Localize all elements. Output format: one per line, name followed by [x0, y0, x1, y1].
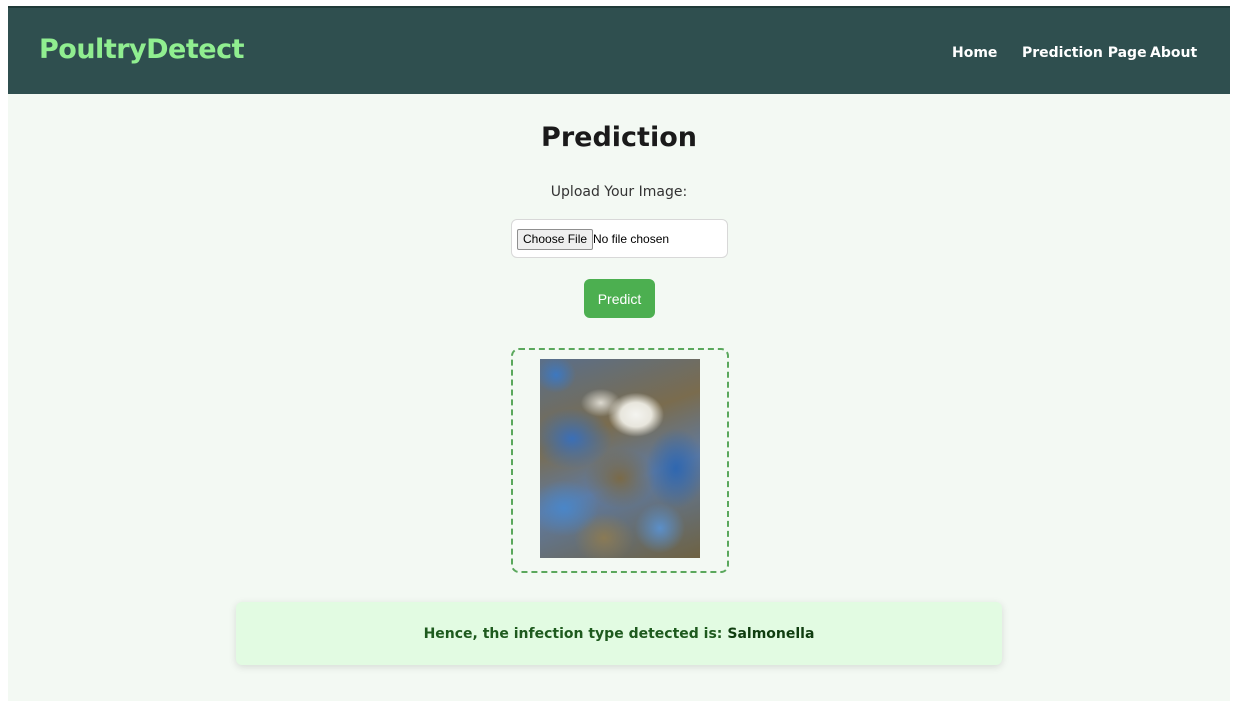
predict-button[interactable]: Predict [584, 279, 655, 318]
file-input[interactable]: Choose File No file chosen [511, 219, 728, 258]
navbar: PoultryDetect Home Prediction Page About [8, 8, 1230, 94]
nav-link-about[interactable]: About [1150, 45, 1197, 61]
nav-link-prediction-page[interactable]: Prediction Page [1022, 45, 1147, 61]
prediction-result: Hence, the infection type detected is: S… [236, 602, 1002, 665]
uploaded-image-preview [540, 359, 700, 558]
upload-label: Upload Your Image: [550, 184, 688, 200]
page-title: Prediction [541, 122, 697, 153]
nav-link-home[interactable]: Home [952, 45, 997, 61]
image-preview-container [511, 348, 729, 573]
choose-file-button[interactable]: Choose File [517, 229, 594, 250]
result-value: Salmonella [727, 625, 815, 642]
result-prefix: Hence, the infection type detected is: [423, 625, 723, 642]
brand-logo[interactable]: PoultryDetect [39, 34, 245, 65]
page: PoultryDetect Home Prediction Page About… [8, 8, 1230, 701]
file-status-text: No file chosen [593, 232, 670, 246]
